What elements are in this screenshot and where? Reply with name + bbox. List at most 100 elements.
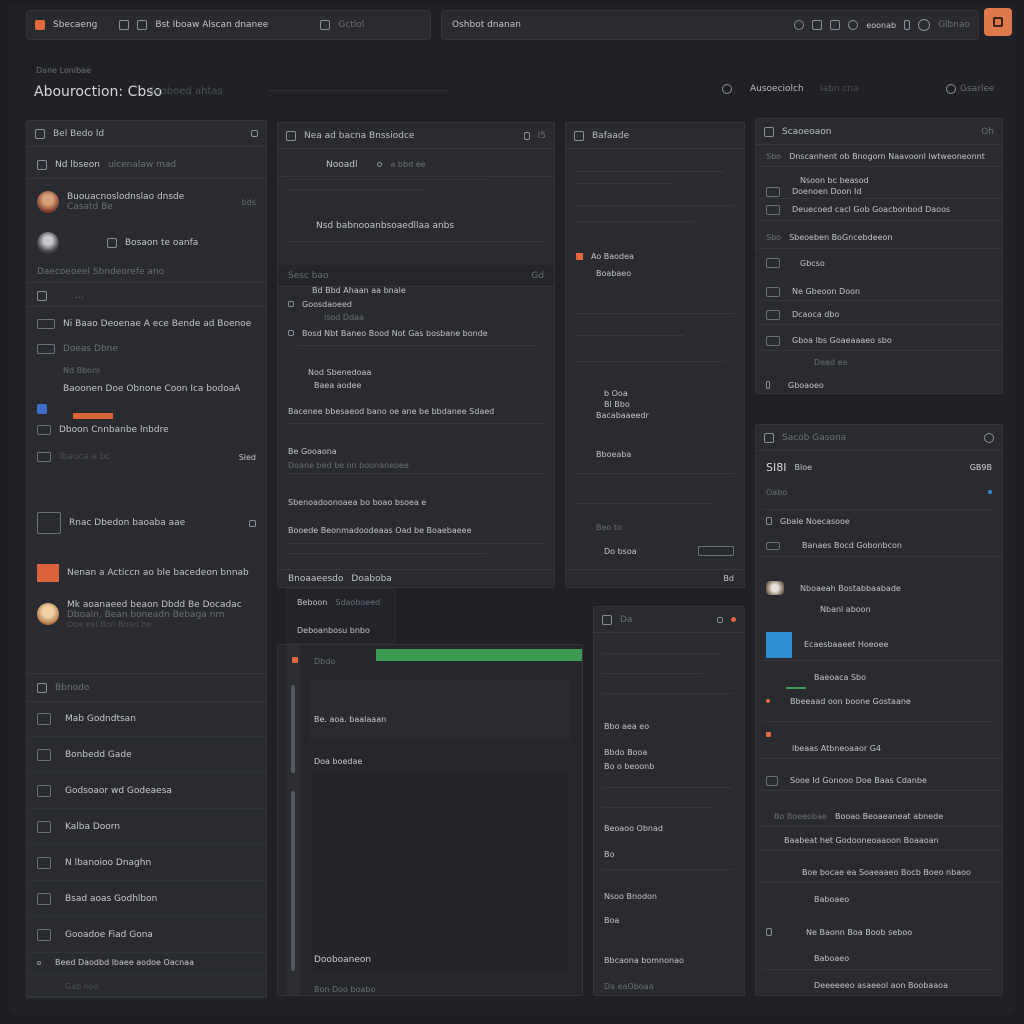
list-item[interactable]: Banaes Bocd Gobonbcon bbox=[756, 535, 1002, 557]
left-section-header[interactable]: Nd lbseon ulcenalaw mad bbox=[27, 151, 266, 179]
list-item[interactable]: Boa bbox=[594, 913, 744, 927]
list-item[interactable]: Beo to bbox=[566, 519, 744, 535]
nav-item[interactable]: Mab Godndtsan bbox=[27, 701, 266, 737]
scrollbar[interactable] bbox=[291, 685, 295, 773]
list-item[interactable]: Baboaeo bbox=[756, 891, 1002, 907]
list-item[interactable]: Dboon Cnnbanbe lnbdre bbox=[27, 421, 266, 439]
list-item[interactable]: lbaoca a bc Sled bbox=[27, 447, 266, 467]
list-item[interactable]: Bosaon te oanfa bbox=[27, 229, 266, 257]
header-center-label[interactable]: Ausoeciolch bbox=[750, 84, 804, 94]
bookmark-icon[interactable] bbox=[830, 20, 841, 30]
list-item[interactable]: Deed ea bbox=[756, 355, 1002, 369]
list-item[interactable]: Baabeat het Godooneoaaoon Boaaoan bbox=[756, 831, 1002, 851]
filter-bar[interactable]: Daecoeoeel Sbndeorefe ano bbox=[27, 261, 266, 283]
list-item[interactable] bbox=[27, 399, 266, 419]
topbar-right-label[interactable]: Glbnao bbox=[938, 20, 970, 30]
topbar-right-item[interactable]: eoonab bbox=[866, 21, 896, 30]
list-item[interactable]: Nd Bbom bbox=[27, 361, 266, 379]
list-item[interactable]: Nsoo Bnodon bbox=[594, 889, 744, 903]
list-item[interactable]: Baeoaca Sbo bbox=[756, 669, 1002, 685]
nav-item[interactable]: Beed Daodbd lbaee aodoe Oacnaa bbox=[27, 951, 266, 975]
list-item[interactable]: Ni Baao Deoenae A ece Bende ad Boenoe bbox=[27, 313, 266, 335]
topbar-trailing[interactable]: Gctlol bbox=[338, 20, 364, 30]
close-icon[interactable] bbox=[251, 130, 258, 137]
list-item[interactable]: Ecaesbaaeet Hoeoee bbox=[756, 629, 1002, 661]
refresh-icon[interactable] bbox=[794, 20, 805, 30]
list-item[interactable]: Deuecoed cacl Gob Goacbonbod Daoos bbox=[756, 199, 1002, 221]
list-item[interactable]: Deeeeeeo asaeeol aon Boobaaoa bbox=[756, 977, 1002, 993]
pin-icon[interactable] bbox=[523, 131, 530, 140]
nav-item[interactable]: Bsad aoas Godhlbon bbox=[27, 881, 266, 917]
nav-item[interactable]: Kalba Doorn bbox=[27, 809, 266, 845]
list-item[interactable]: Baea aodee bbox=[278, 377, 554, 393]
list-item[interactable]: Bbcaona bomnonao bbox=[594, 953, 744, 967]
list-item[interactable]: Ao Baodea bbox=[566, 247, 744, 265]
nav-item[interactable]: N lbanoioo Dnaghn bbox=[27, 845, 266, 881]
list-item[interactable]: Bo Boeeobae Booao Beoaeaneat abnede bbox=[756, 807, 1002, 827]
details-panel-footer[interactable]: Bd bbox=[566, 569, 744, 587]
breadcrumb[interactable]: Dane Lonlbae bbox=[36, 66, 91, 75]
topbar-tab[interactable]: Sbecaeng bbox=[53, 20, 97, 30]
clock-icon[interactable] bbox=[848, 20, 859, 30]
list-item[interactable]: Sbenoadoonoaea bo boao bsoea e bbox=[278, 493, 554, 511]
list-item[interactable]: Rnac Dbedon baoaba aae bbox=[27, 511, 266, 535]
list-item[interactable]: Boabaeo bbox=[566, 265, 744, 281]
list-item[interactable]: Baboaeo bbox=[756, 951, 1002, 965]
list-item[interactable]: Ne Gbeoon Doon bbox=[756, 283, 1002, 301]
list-item[interactable]: Bo o beoonb bbox=[594, 759, 744, 773]
scrollbar[interactable] bbox=[291, 791, 295, 971]
field-row[interactable]: Nsd babnooanbsoaedllaa anbs bbox=[278, 215, 554, 237]
nav-item[interactable]: Godsoaor wd Godeaesa bbox=[27, 773, 266, 809]
settings-icon[interactable] bbox=[918, 19, 931, 31]
list-item[interactable]: Da eaOboaa bbox=[594, 979, 744, 993]
right-top-filter[interactable]: Sbo Dnscanhent ob Bnogorn Naavoonl lwtwe… bbox=[756, 147, 1002, 167]
list-item[interactable]: Bosd Nbt Baneo Bood Not Gas bosbane bond… bbox=[278, 323, 554, 343]
input-field[interactable] bbox=[698, 546, 734, 556]
list-item[interactable]: Bo bbox=[594, 847, 744, 861]
list-item[interactable]: lbeaas Atbneoaaor G4 bbox=[756, 739, 1002, 759]
list-item[interactable]: Beoaoo Obnad bbox=[594, 821, 744, 835]
list-item[interactable]: Bboeaba bbox=[566, 447, 744, 461]
header-right-label[interactable]: Gsarlee bbox=[960, 84, 994, 94]
list-item[interactable]: Doenoen Doon Id bbox=[756, 185, 1002, 199]
list-item[interactable]: Sooe Id Gonooo Doe Baas Cdanbe bbox=[756, 771, 1002, 791]
list-item[interactable]: Nbanl aboon bbox=[756, 601, 1002, 617]
list-item[interactable]: Ne Baonn Boa Boob seboo bbox=[756, 923, 1002, 941]
list-item[interactable]: Gbale Noecasooe bbox=[756, 513, 1002, 529]
nav-item[interactable]: Bonbedd Gade bbox=[27, 737, 266, 773]
more-icon[interactable] bbox=[249, 519, 256, 527]
list-item[interactable]: Nenan a Acticcn ao ble bacedeon bnnab bbox=[27, 561, 266, 585]
list-item[interactable]: Gbcso bbox=[756, 255, 1002, 271]
field-row[interactable]: Nooadl a bbd ee bbox=[278, 153, 554, 177]
list-item[interactable]: Bacenee bbesaeod bano oe ane be bbdanee … bbox=[278, 403, 554, 419]
shield-icon[interactable] bbox=[119, 20, 130, 30]
info-icon[interactable] bbox=[722, 84, 732, 94]
search-icon[interactable] bbox=[946, 84, 956, 94]
notification-icon[interactable] bbox=[812, 20, 823, 30]
list-item[interactable]: Doane bed be on boonaneoee bbox=[278, 457, 554, 473]
nav-item[interactable]: Gab noo bbox=[27, 977, 266, 997]
list-item[interactable]: Gboa lbs Goaeaaaeo sbo bbox=[756, 331, 1002, 351]
list-item[interactable]: Baoonen Doe Obnone Coon Ica bodoaA bbox=[27, 379, 266, 399]
list-item[interactable]: ... bbox=[27, 285, 266, 307]
link-icon[interactable] bbox=[984, 432, 994, 443]
list-item[interactable]: Buouacnoslodnslao dnsde Casatd Be bds bbox=[27, 187, 266, 217]
list-item[interactable]: Mk aoanaeed beaon Dbdd Be Docadac Dboaln… bbox=[27, 599, 266, 629]
orange-action-button[interactable] bbox=[984, 8, 1012, 36]
grid-icon[interactable] bbox=[137, 20, 148, 30]
star-icon[interactable] bbox=[320, 20, 331, 30]
nav-item[interactable]: Gooadoe Fiad Gona bbox=[27, 917, 266, 953]
center-panel-footer[interactable]: Bnoaaeesdo Doaboba bbox=[278, 569, 554, 587]
list-item[interactable]: Bbo aea eo bbox=[594, 719, 744, 733]
list-item[interactable]: Nboaeah Bostabbaabade bbox=[756, 579, 1002, 597]
list-item[interactable]: Gboaoeo bbox=[756, 377, 1002, 393]
list-item[interactable]: Dcaoca dbo bbox=[756, 305, 1002, 325]
list-item[interactable]: Bbeeaad oon boone Gostaane bbox=[756, 693, 1002, 709]
breakpoint-icon[interactable] bbox=[292, 657, 298, 663]
topbar-center-title[interactable]: Oshbot dnanan bbox=[452, 20, 521, 30]
list-item[interactable]: Bbdo Booa bbox=[594, 745, 744, 759]
right-top-header-right[interactable]: Oh bbox=[981, 127, 994, 137]
close-icon[interactable] bbox=[717, 616, 723, 623]
list-item[interactable]: Sbo Sbeoeben BoGncebdeeon bbox=[756, 227, 1002, 249]
list-item[interactable]: Bacabaaeedr bbox=[566, 407, 744, 423]
